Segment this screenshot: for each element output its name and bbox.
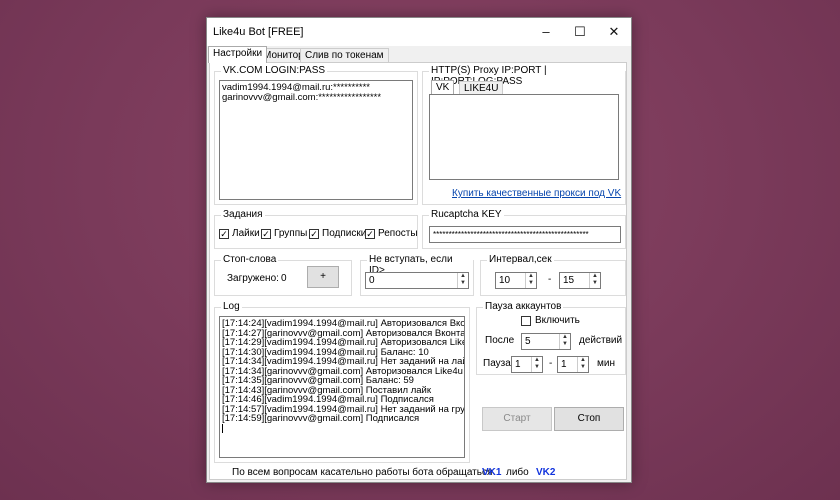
stopwords-loaded-label: Загружено:	[227, 273, 279, 284]
start-button[interactable]: Старт	[482, 407, 552, 431]
pause-after-value: 5	[525, 336, 531, 347]
window-title: Like4u Bot [FREE]	[213, 26, 304, 38]
pause-min-label: мин	[597, 358, 615, 369]
pause-enable-checkbox[interactable]	[521, 316, 531, 326]
tasks-group: Задания ✓ Лайки ✓ Группы ✓ Подписки ✓ Ре…	[214, 209, 418, 249]
spin-down-icon: ▼	[528, 280, 534, 286]
pause-dash: -	[549, 358, 553, 369]
stopwords-group: Стоп-слова Загружено: 0 +	[214, 254, 352, 296]
subscriptions-label: Подписки	[322, 228, 367, 239]
account-line: garinovvv@gmail.com:*****************	[222, 91, 382, 103]
accounts-group-title: VK.COM LOGIN:PASS	[221, 65, 328, 76]
pause-to-spinner[interactable]: ▲ ▼	[577, 357, 588, 372]
interval-from-input[interactable]: 10 ▲ ▼	[495, 272, 537, 289]
log-group-title: Log	[221, 301, 242, 312]
spin-down-icon: ▼	[460, 280, 466, 286]
pause-to-input[interactable]: 1 ▲ ▼	[557, 356, 589, 373]
pause-from-value: 1	[515, 359, 521, 370]
spin-down-icon: ▼	[592, 280, 598, 286]
settings-panel: VK.COM LOGIN:PASS vadim1994.1994@mail.ru…	[209, 62, 627, 480]
pause-after-input[interactable]: 5 ▲ ▼	[521, 333, 571, 350]
accounts-group: VK.COM LOGIN:PASS vadim1994.1994@mail.ru…	[214, 65, 418, 205]
subscriptions-checkbox[interactable]: ✓	[309, 229, 319, 239]
interval-from-value: 10	[499, 275, 511, 286]
spin-up-icon: ▲	[580, 357, 586, 363]
ignore-ids-spinner[interactable]: ▲ ▼	[457, 273, 468, 288]
pause-to-value: 1	[561, 359, 567, 370]
vk2-link[interactable]: VK2	[536, 467, 555, 478]
spin-up-icon: ▲	[592, 273, 598, 279]
spin-up-icon: ▲	[534, 357, 540, 363]
spin-up-icon: ▲	[460, 273, 466, 279]
spin-down-icon: ▼	[562, 341, 568, 347]
rucaptcha-key-input[interactable]: ****************************************…	[429, 226, 621, 243]
pause-after-spinner[interactable]: ▲ ▼	[559, 334, 570, 349]
pause-from-spinner[interactable]: ▲ ▼	[531, 357, 542, 372]
proxy-tab-like4u[interactable]: LIKE4U	[459, 81, 504, 94]
spin-up-icon: ▲	[562, 334, 568, 340]
interval-to-value: 15	[563, 275, 575, 286]
groups-checkbox[interactable]: ✓	[261, 229, 271, 239]
reposts-checkbox[interactable]: ✓	[365, 229, 375, 239]
title-bar: Like4u Bot [FREE] – ☐ ✕	[207, 18, 631, 46]
interval-dash: -	[548, 274, 552, 285]
tab-bar: Настройки Монитор Слив по токенам	[207, 46, 631, 63]
tab-settings[interactable]: Настройки	[208, 46, 268, 63]
interval-to-input[interactable]: 15 ▲ ▼	[559, 272, 601, 289]
pause-actions-label: действий	[579, 335, 623, 346]
app-window: Like4u Bot [FREE] – ☐ ✕ Настройки Монито…	[206, 17, 632, 483]
tab-token-drain[interactable]: Слив по токенам	[300, 48, 389, 62]
interval-from-spinner[interactable]: ▲ ▼	[525, 273, 536, 288]
stop-button[interactable]: Стоп	[554, 407, 624, 431]
pause-group: Пауза аккаунтов Включить После 5 ▲ ▼ дейс…	[476, 301, 626, 375]
pause-after-label: После	[485, 335, 515, 346]
footer-or: либо	[506, 467, 529, 478]
maximize-button[interactable]: ☐	[563, 18, 597, 46]
pause-group-title: Пауза аккаунтов	[483, 301, 564, 312]
rucaptcha-group: Rucaptcha KEY **************************…	[422, 209, 626, 249]
reposts-label: Репосты	[378, 228, 418, 239]
vk1-link[interactable]: VK1	[482, 467, 501, 478]
log-textarea[interactable]: [17:14:24][vadim1994.1994@mail.ru] Автор…	[219, 316, 465, 458]
likes-label: Лайки	[232, 228, 260, 239]
buy-proxy-link[interactable]: Купить качественные прокси под VK	[452, 188, 621, 199]
log-cursor	[222, 423, 223, 433]
spin-down-icon: ▼	[534, 364, 540, 370]
log-line: [17:14:59][garinovvv@gmail.com] Подписал…	[222, 413, 420, 424]
groups-label: Группы	[274, 228, 308, 239]
proxy-group: HTTP(S) Proxy IP:PORT | IP:PORT:LOG:PASS…	[422, 65, 626, 205]
pause-duration-label: Пауза	[483, 358, 511, 369]
likes-checkbox[interactable]: ✓	[219, 229, 229, 239]
pause-from-input[interactable]: 1 ▲ ▼	[511, 356, 543, 373]
stopwords-count: 0	[281, 273, 287, 284]
spin-down-icon: ▼	[580, 364, 586, 370]
add-stopwords-button[interactable]: +	[307, 266, 339, 288]
interval-to-spinner[interactable]: ▲ ▼	[589, 273, 600, 288]
ignore-ids-group: Не вступать, если ID> 0 ▲ ▼	[360, 254, 474, 296]
pause-enable-label: Включить	[535, 315, 580, 326]
stopwords-group-title: Стоп-слова	[221, 254, 279, 265]
proxy-textarea[interactable]	[429, 94, 619, 180]
interval-group-title: Интервал,сек	[487, 254, 554, 265]
footer-text: По всем вопросам касательно работы бота …	[232, 467, 493, 478]
ignore-ids-input[interactable]: 0 ▲ ▼	[365, 272, 469, 289]
spin-up-icon: ▲	[528, 273, 534, 279]
rucaptcha-group-title: Rucaptcha KEY	[429, 209, 504, 220]
log-group: Log [17:14:24][vadim1994.1994@mail.ru] А…	[214, 301, 470, 463]
accounts-textarea[interactable]: vadim1994.1994@mail.ru:********** garino…	[219, 80, 413, 200]
ignore-ids-value: 0	[369, 275, 375, 286]
proxy-tab-vk[interactable]: VK	[431, 80, 455, 94]
interval-group: Интервал,сек 10 ▲ ▼ - 15 ▲ ▼	[480, 254, 626, 296]
tasks-group-title: Задания	[221, 209, 265, 220]
minimize-button[interactable]: –	[529, 18, 563, 46]
close-button[interactable]: ✕	[597, 18, 631, 46]
